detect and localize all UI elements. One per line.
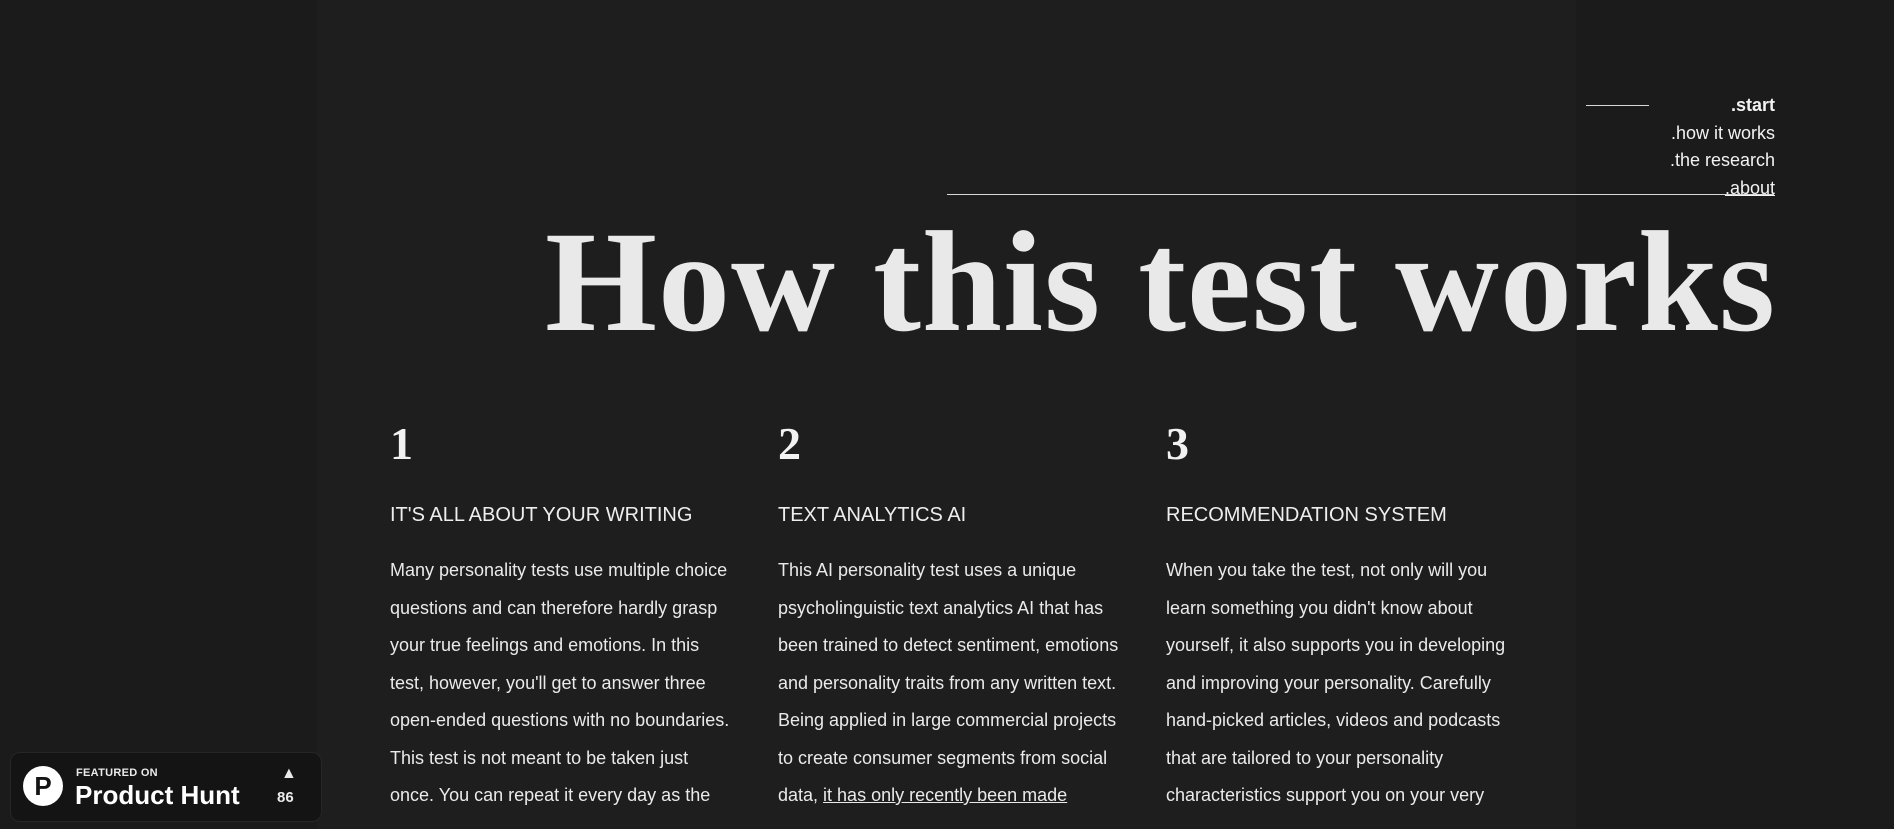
product-hunt-logo-icon: P — [23, 766, 63, 806]
product-hunt-name: Product Hunt — [75, 780, 240, 810]
nav-divider — [947, 194, 1774, 195]
left-margin — [0, 0, 317, 829]
step-body-text: This AI personality test uses a unique p… — [778, 560, 1119, 805]
nav-item-the-research[interactable]: .the research — [1670, 147, 1775, 175]
page-title: How this test works — [545, 203, 1776, 362]
upvote-count: 86 — [277, 789, 294, 806]
nav-active-indicator — [1586, 105, 1649, 106]
step-heading: RECOMMENDATION SYSTEM — [1166, 504, 1447, 526]
step-1: 1 IT'S ALL ABOUT YOUR WRITING Many perso… — [390, 418, 735, 815]
nav-item-how-it-works[interactable]: .how it works — [1670, 120, 1775, 148]
research-link[interactable]: it has only recently been made — [823, 785, 1067, 805]
step-heading: TEXT ANALYTICS AI — [778, 504, 967, 526]
step-number: 2 — [778, 418, 801, 469]
step-number: 3 — [1166, 418, 1189, 469]
main-nav: .start .how it works .the research .abou… — [1670, 92, 1775, 202]
step-body: This AI personality test uses a unique p… — [778, 552, 1123, 815]
nav-item-start[interactable]: .start — [1670, 92, 1775, 120]
step-number: 1 — [390, 418, 413, 469]
step-body: Many personality tests use multiple choi… — [390, 560, 730, 805]
step-body: When you take the test, not only will yo… — [1166, 560, 1506, 805]
upvote-arrow-icon: ▲ — [281, 765, 297, 782]
featured-on-label: FEATURED ON — [76, 767, 158, 779]
step-heading: IT'S ALL ABOUT YOUR WRITING — [390, 504, 693, 526]
step-3: 3 RECOMMENDATION SYSTEM When you take th… — [1166, 418, 1511, 815]
product-hunt-badge[interactable]: P FEATURED ON Product Hunt ▲ 86 — [10, 752, 322, 822]
step-2: 2 TEXT ANALYTICS AI This AI personality … — [778, 418, 1123, 815]
